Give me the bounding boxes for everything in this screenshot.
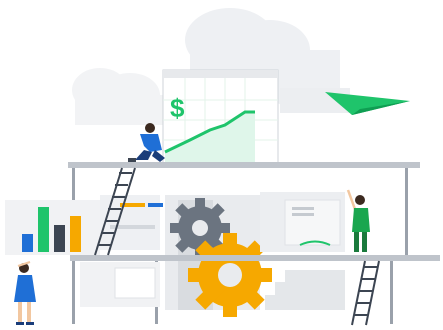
upper-floor bbox=[68, 162, 420, 168]
dollar-sign-icon: $ bbox=[170, 93, 185, 123]
ladder-icon bbox=[351, 260, 380, 326]
bar bbox=[70, 216, 81, 252]
stairs bbox=[265, 270, 345, 310]
gear-icon bbox=[188, 233, 272, 317]
cloud-icon bbox=[72, 68, 165, 125]
person-standing-right bbox=[346, 189, 370, 252]
bar bbox=[54, 225, 65, 252]
mid-left-panel bbox=[100, 195, 163, 250]
lower-floor bbox=[70, 255, 440, 261]
left-panel bbox=[5, 200, 100, 255]
right-panel bbox=[260, 192, 345, 252]
building-scene: $ bbox=[5, 8, 440, 326]
bar bbox=[38, 207, 49, 252]
person-standing-left bbox=[14, 261, 36, 325]
chart-screen: $ bbox=[162, 69, 279, 166]
lower-left-room bbox=[80, 262, 160, 307]
person-kneeling bbox=[128, 123, 165, 162]
bar bbox=[22, 234, 33, 252]
paper-plane-icon bbox=[280, 88, 410, 115]
